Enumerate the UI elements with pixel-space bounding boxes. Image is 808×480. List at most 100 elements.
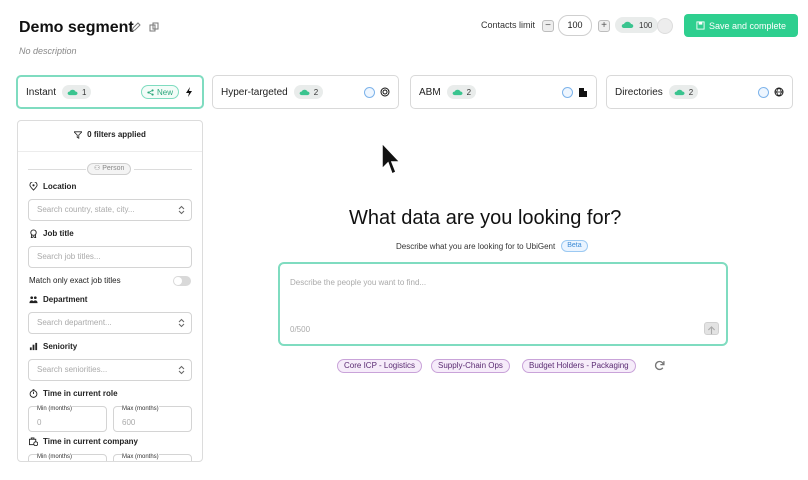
location-pin-icon	[29, 182, 38, 191]
team-icon	[29, 296, 38, 304]
filters-applied-header[interactable]: 0 filters applied	[18, 130, 202, 139]
chevron-updown-icon	[178, 365, 185, 375]
company-max-months-input[interactable]: Max (months)	[113, 454, 192, 461]
department-label-text: Department	[43, 295, 88, 304]
tab-count: 1	[82, 87, 87, 97]
tab-count-badge: 1	[62, 85, 92, 99]
main-subheading-text: Describe what you are looking for to Ubi…	[396, 241, 556, 251]
person-section-divider: ⚇ Person	[28, 163, 192, 175]
target-icon	[380, 87, 390, 97]
segment-title-actions	[131, 22, 159, 32]
tab-label: Hyper-targeted	[221, 86, 288, 98]
seniority-label: Seniority	[29, 342, 77, 351]
tab-count: 2	[313, 87, 319, 97]
badge-icon	[30, 229, 37, 238]
max-months-caption: Max (months)	[122, 406, 159, 412]
database-icon	[758, 86, 769, 98]
min-months-caption: Min (months)	[37, 454, 73, 460]
company-min-months-input[interactable]: Min (months)	[28, 454, 107, 461]
credits-icon	[674, 89, 685, 95]
briefcase-clock-icon	[29, 437, 38, 446]
segment-title: Demo segment	[19, 19, 134, 36]
chevron-updown-icon	[178, 318, 185, 328]
location-placeholder: Search country, state, city...	[37, 205, 135, 214]
main-heading: What data are you looking for?	[349, 207, 622, 229]
tab-label: Directories	[615, 86, 663, 98]
tab-instant[interactable]: Instant 1 New	[16, 75, 204, 109]
department-placeholder: Search department...	[37, 318, 112, 327]
tab-hyper-targeted[interactable]: Hyper-targeted 2	[212, 75, 399, 109]
tab-directories[interactable]: Directories 2	[606, 75, 793, 109]
limit-decrement-button[interactable]: −	[542, 20, 554, 32]
lightning-icon	[186, 87, 192, 97]
min-months-caption: Min (months)	[37, 406, 73, 412]
seniority-label-text: Seniority	[43, 342, 78, 351]
character-count: 0/500	[290, 325, 311, 334]
divider	[18, 151, 202, 152]
suggestion-chip[interactable]: Budget Holders - Packaging	[522, 359, 636, 373]
credits-icon	[299, 89, 310, 95]
location-label: Location	[29, 182, 76, 191]
time-in-role-label: Time in current role	[29, 389, 118, 398]
mouse-cursor-icon	[381, 141, 402, 176]
save-button-label: Save and complete	[708, 20, 787, 31]
tab-count-badge: 2	[293, 85, 324, 99]
role-min-months-input[interactable]: Min (months) 0	[28, 406, 107, 432]
arrow-up-icon	[707, 326, 716, 335]
tab-count-badge: 2	[668, 85, 699, 99]
tab-abm[interactable]: ABM 2	[410, 75, 597, 109]
tab-label: ABM	[419, 86, 441, 98]
suggestion-chip[interactable]: Supply-Chain Ops	[431, 359, 510, 373]
database-icon	[562, 86, 573, 98]
database-icon	[364, 86, 375, 98]
seniority-search-input[interactable]: Search seniorities...	[28, 359, 192, 381]
limit-increment-button[interactable]: +	[598, 20, 610, 32]
save-and-complete-button[interactable]: Save and complete	[684, 14, 798, 37]
location-label-text: Location	[43, 182, 77, 191]
seniority-placeholder: Search seniorities...	[37, 365, 108, 374]
refresh-icon[interactable]	[654, 360, 665, 371]
textarea-placeholder: Describe the people you want to find...	[290, 278, 427, 287]
credits-icon	[452, 89, 463, 95]
copy-icon[interactable]	[149, 22, 159, 32]
time-in-company-label-text: Time in current company	[43, 437, 138, 446]
segment-description[interactable]: No description	[19, 46, 77, 56]
max-months-value: 600	[122, 418, 136, 427]
filters-applied-label: 0 filters applied	[87, 130, 146, 139]
time-in-role-label-text: Time in current role	[43, 389, 118, 398]
department-search-input[interactable]: Search department...	[28, 312, 192, 334]
department-label: Department	[29, 295, 87, 304]
max-months-caption: Max (months)	[122, 454, 159, 460]
job-title-placeholder: Search job titles...	[37, 252, 101, 261]
exact-job-title-toggle[interactable]	[173, 276, 191, 286]
role-max-months-input[interactable]: Max (months) 600	[113, 406, 192, 432]
edit-pencil-icon[interactable]	[131, 22, 141, 32]
credits-icon	[621, 21, 634, 28]
min-months-value: 0	[37, 418, 42, 427]
filter-panel: 0 filters applied ⚇ Person Location Sear…	[17, 120, 203, 462]
new-badge-label: New	[156, 87, 173, 97]
save-icon	[696, 21, 705, 30]
location-search-input[interactable]: Search country, state, city...	[28, 199, 192, 221]
filter-icon	[73, 131, 84, 139]
person-section-pill: ⚇ Person	[87, 163, 132, 175]
contacts-limit-label: Contacts limit	[481, 20, 536, 30]
credits-badge: 100	[615, 17, 659, 33]
tab-count: 2	[688, 87, 694, 97]
job-title-label: Job title	[29, 229, 74, 238]
stopwatch-icon	[29, 389, 38, 398]
credits-value: 100	[639, 20, 653, 30]
job-title-search-input[interactable]: Search job titles...	[28, 246, 192, 268]
user-icon: ⚇	[94, 165, 103, 172]
credits-icon	[67, 89, 78, 95]
describe-people-textarea[interactable]: Describe the people you want to find... …	[278, 262, 728, 346]
contacts-limit-input[interactable]: 100	[558, 15, 592, 36]
time-in-company-label: Time in current company	[29, 437, 138, 446]
bar-chart-icon	[29, 342, 38, 351]
chevron-updown-icon	[178, 205, 185, 215]
building-icon	[579, 88, 587, 97]
tab-count: 2	[466, 87, 472, 97]
avatar[interactable]	[657, 18, 673, 34]
suggestion-chip[interactable]: Core ICP - Logistics	[337, 359, 422, 373]
send-button[interactable]	[704, 322, 719, 335]
